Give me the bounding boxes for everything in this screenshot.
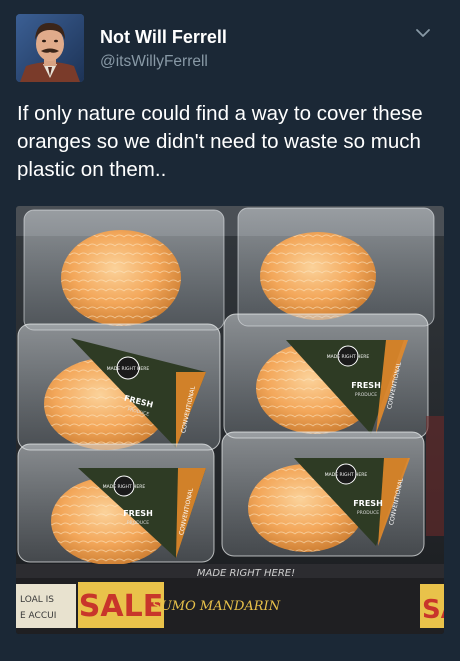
avatar[interactable] (16, 14, 84, 82)
label-produce-text-2: PRODUCE (355, 392, 377, 398)
user-handle[interactable]: @itsWillyFerrell (100, 53, 208, 71)
label-brand-text-4: MADE RIGHT HERE (325, 472, 368, 478)
shelf-handwritten-text: SUMO MANDARIN (152, 599, 281, 614)
label-brand-text-3: MADE RIGHT HERE (103, 484, 146, 490)
tweet-card: Not Will Ferrell @itsWillyFerrell If onl… (0, 0, 460, 661)
label-fresh-text-4: FRESH (353, 499, 383, 508)
label-brand-text-2: MADE RIGHT HERE (327, 354, 370, 360)
display-name[interactable]: Not Will Ferrell (100, 27, 227, 48)
label-fresh-text-2: FRESH (351, 381, 381, 390)
chevron-down-icon[interactable] (412, 22, 434, 44)
label-brand-text: MADE RIGHT HERE (107, 366, 150, 372)
label-fresh-text-3: FRESH (123, 509, 153, 518)
label-produce-text-3: PRODUCE (127, 520, 149, 526)
shelf-top-text: MADE RIGHT HERE! (197, 568, 295, 579)
tweet-text: If only nature could find a way to cover… (17, 102, 423, 181)
shelf-sale-right-text: SA (422, 595, 444, 625)
shelf-sign-left-2: E ACCUI (20, 611, 56, 621)
shelf-sign-left-1: LOAL IS (20, 595, 54, 605)
label-produce-text-4: PRODUCE (357, 510, 379, 516)
shelf-sale-text: SALE (79, 589, 163, 624)
tweet-photo[interactable]: MADE RIGHT HERE FRESH PRODUCE CONVENTION… (16, 206, 444, 634)
